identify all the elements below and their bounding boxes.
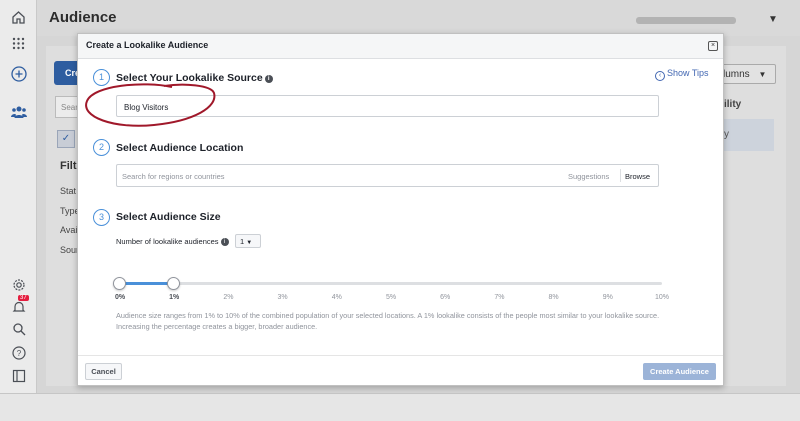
slider-tick-label: 10% (654, 294, 670, 301)
divider (620, 169, 621, 182)
step-3-title: Select Audience Size (116, 211, 221, 223)
location-search-input[interactable]: Search for regions or countries (122, 172, 225, 181)
num-audiences-value: 1 (240, 237, 245, 246)
panel-toggle-icon[interactable] (10, 367, 27, 384)
slider-tick-label: 4% (331, 294, 342, 301)
step-1-title: Select Your Lookalike Source i (116, 72, 273, 84)
cancel-button[interactable]: Cancel (85, 363, 122, 380)
show-tips-label: Show Tips (667, 68, 709, 78)
step-2-number: 2 (93, 139, 110, 156)
lookalike-audience-dialog: Create a Lookalike Audience × 1 Select Y… (77, 33, 724, 386)
settings-gear-icon[interactable] (10, 276, 27, 293)
notification-count-badge: 37 (18, 295, 29, 301)
svg-text:?: ? (16, 349, 21, 358)
apps-grid-icon[interactable] (10, 35, 27, 52)
size-slider-fill (120, 282, 174, 285)
step-1-number: 1 (93, 69, 110, 86)
slider-tick-label: 9% (602, 294, 613, 301)
size-slider-track[interactable] (120, 282, 662, 285)
info-icon[interactable]: i (220, 238, 229, 246)
num-audiences-select[interactable]: 1 ▼ (235, 234, 261, 248)
audiences-icon[interactable] (10, 103, 27, 120)
chevron-left-icon: ‹ (655, 71, 665, 81)
size-slider-end-handle[interactable] (167, 277, 180, 290)
size-slider-start-handle[interactable] (113, 277, 126, 290)
account-dropdown-caret-icon[interactable]: ▼ (768, 14, 778, 25)
slider-tick-label: 6% (440, 294, 451, 301)
audience-size-help-text: Audience size ranges from 1% to 10% of t… (116, 311, 660, 331)
search-icon[interactable] (10, 320, 27, 337)
slider-tick-label: 7% (494, 294, 505, 301)
create-plus-icon[interactable] (10, 65, 27, 82)
app-footer (0, 393, 800, 421)
select-all-checkbox[interactable]: ✓ (57, 130, 75, 148)
num-audiences-label-text: Number of lookalike audiences (116, 237, 219, 246)
show-tips-link[interactable]: ‹ Show Tips (655, 68, 709, 81)
left-nav-rail: 37 ? (0, 0, 37, 421)
slider-tick-label: 0% (114, 294, 126, 301)
step-1-title-text: Select Your Lookalike Source (116, 72, 263, 84)
account-name-blurred[interactable] (636, 17, 736, 24)
caret-down-icon: ▼ (246, 240, 253, 246)
num-audiences-label: Number of lookalike audiences i (116, 237, 229, 246)
step-2-title: Select Audience Location (116, 142, 244, 154)
chevron-down-icon: ▼ (758, 70, 767, 79)
lookalike-source-input[interactable]: Blog Visitors (116, 95, 659, 117)
slider-tick-label: 1% (169, 294, 180, 301)
audience-location-field[interactable]: Search for regions or countries Suggesti… (116, 164, 659, 187)
page-title: Audience (49, 9, 117, 26)
filter-item[interactable]: Stat (60, 186, 76, 196)
info-icon[interactable]: i (264, 75, 273, 83)
column-header: ility (724, 99, 742, 110)
dialog-footer: Cancel Create Audience (78, 355, 723, 386)
step-3-number: 3 (93, 209, 110, 226)
filter-item[interactable]: Avai (60, 225, 77, 235)
slider-tick-label: 8% (548, 294, 559, 301)
create-audience-button[interactable]: Create Audience (643, 363, 716, 380)
slider-tick-label: 3% (277, 294, 288, 301)
help-icon[interactable]: ? (10, 344, 27, 361)
slider-tick-label: 2% (223, 294, 234, 301)
slider-tick-label: 5% (385, 294, 397, 301)
dialog-title: Create a Lookalike Audience (86, 40, 209, 50)
suggestions-link[interactable]: Suggestions (568, 172, 609, 181)
notifications-bell-icon[interactable]: 37 (10, 295, 29, 315)
browse-button[interactable]: Browse (625, 172, 650, 181)
home-icon[interactable] (10, 9, 27, 26)
close-icon[interactable]: × (708, 41, 718, 51)
dialog-header: Create a Lookalike Audience × (78, 34, 723, 59)
columns-label: lumns (723, 69, 750, 80)
